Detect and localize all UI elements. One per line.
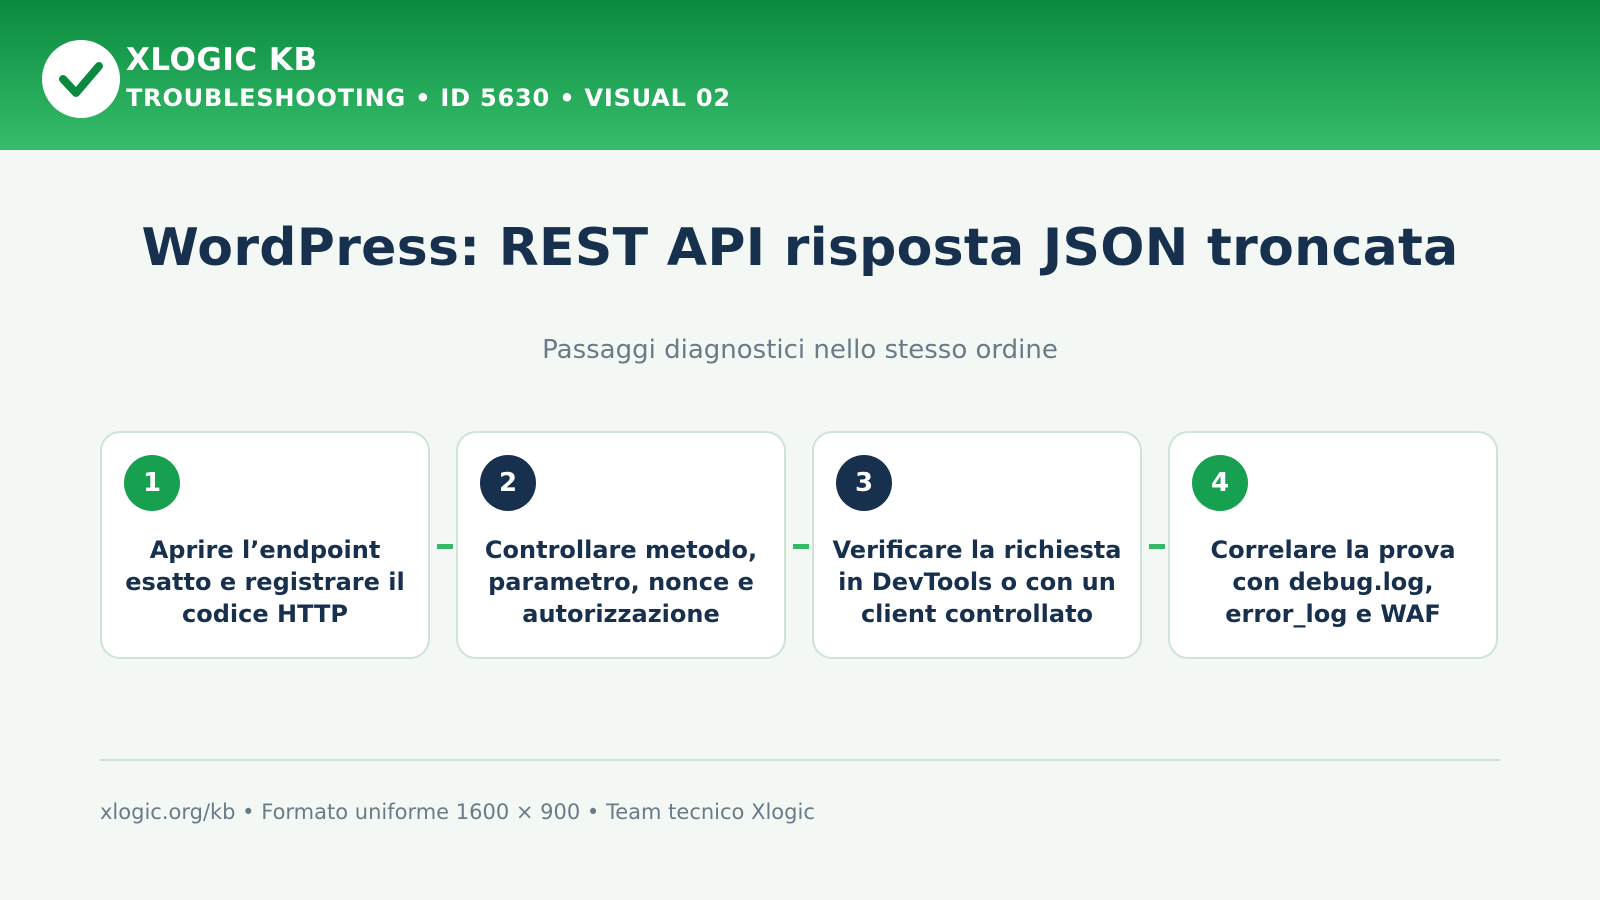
step-connector: [1149, 544, 1165, 549]
step-card-2: 2 Controllare metodo, parametro, nonce e…: [456, 431, 786, 659]
step-card-4: 4 Correlare la prova con debug.log, erro…: [1168, 431, 1498, 659]
page-subtitle: Passaggi diagnostici nello stesso ordine: [542, 335, 1058, 365]
brand-title: XLOGIC KB: [126, 42, 318, 78]
step-number-badge: 3: [836, 455, 892, 511]
page-title: WordPress: REST API risposta JSON tronca…: [141, 218, 1459, 278]
header-banner: XLOGIC KB TROUBLESHOOTING • ID 5630 • VI…: [0, 0, 1600, 150]
step-text: Verificare la richiesta in DevTools o co…: [832, 536, 1122, 628]
step-card-1: 1 Aprire l’endpoint esatto e registrare …: [100, 431, 430, 659]
step-number-badge: 2: [480, 455, 536, 511]
footer-text: xlogic.org/kb • Formato uniforme 1600 × …: [100, 800, 815, 824]
check-icon: [59, 62, 103, 97]
step-text: Correlare la prova con debug.log, error_…: [1210, 536, 1456, 628]
step-connector: [793, 544, 809, 549]
logo: [42, 40, 120, 118]
step-card-3: 3 Verificare la richiesta in DevTools o …: [812, 431, 1142, 659]
step-number-badge: 1: [124, 455, 180, 511]
footer-divider: [100, 759, 1500, 761]
brand-subtitle: TROUBLESHOOTING • ID 5630 • VISUAL 02: [126, 84, 731, 112]
step-connector: [437, 544, 453, 549]
step-text: Aprire l’endpoint esatto e registrare il…: [125, 536, 405, 628]
step-text: Controllare metodo, parametro, nonce e a…: [484, 536, 758, 628]
step-number-badge: 4: [1192, 455, 1248, 511]
